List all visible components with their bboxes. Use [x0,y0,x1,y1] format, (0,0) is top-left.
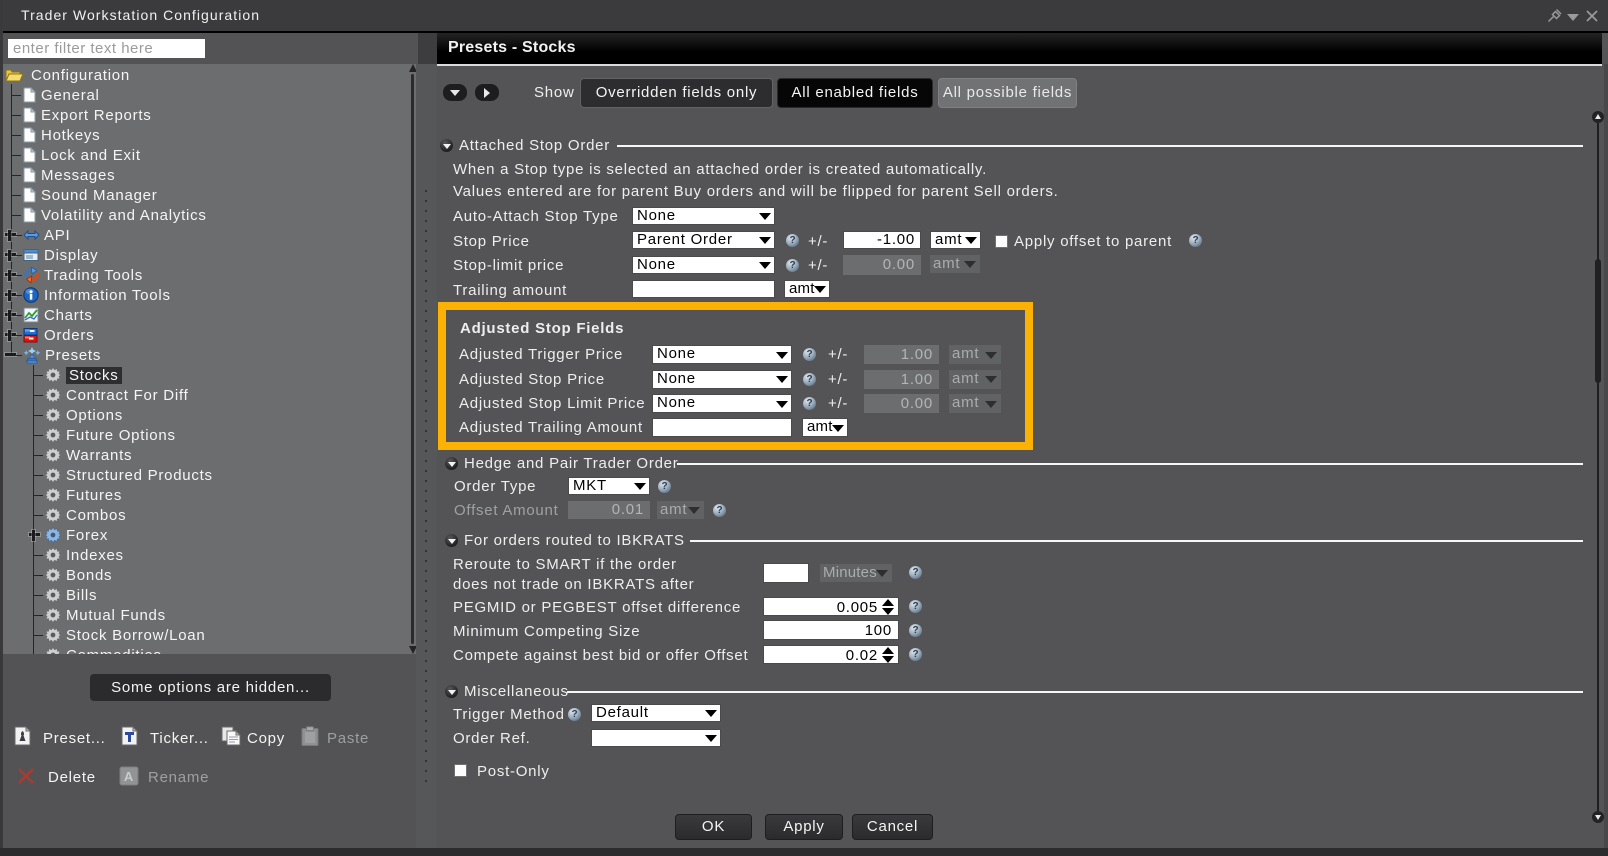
svg-text:A: A [124,769,134,784]
